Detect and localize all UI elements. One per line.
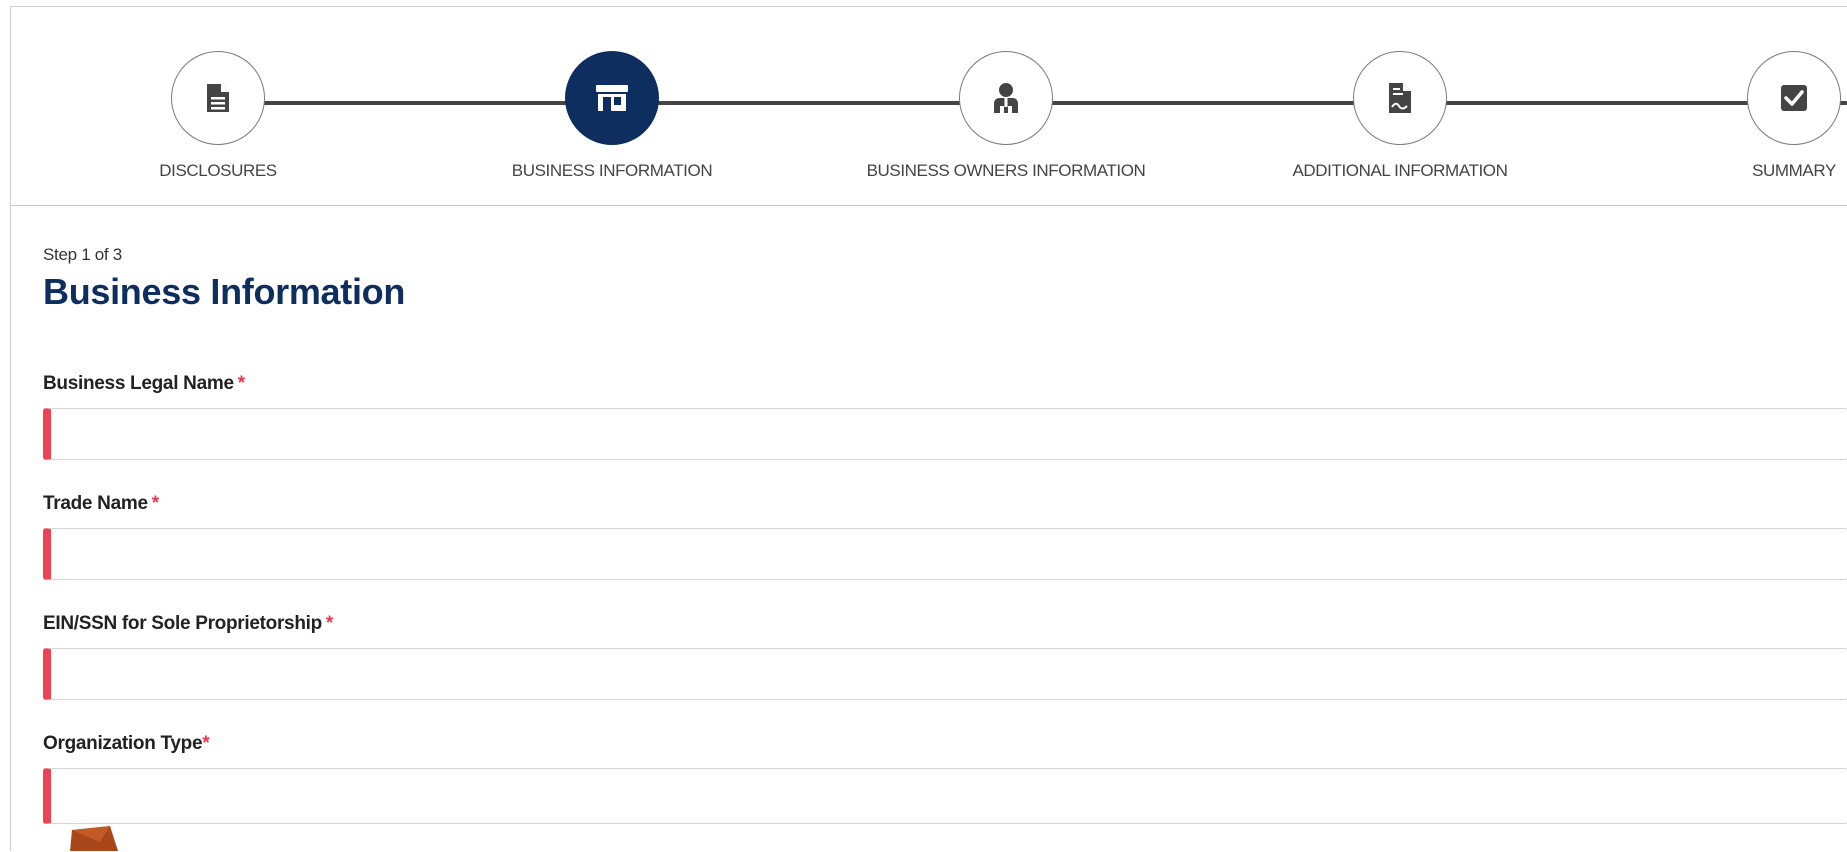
step-circle [959,51,1053,145]
step-circle [171,51,265,145]
trade-name-input[interactable] [43,528,1847,580]
document-icon [207,84,229,112]
person-icon [994,83,1018,113]
annotation-arrow-icon [70,826,118,851]
application-window: DISCLOSURES BUSINESS INFORMATION BUSINES… [10,6,1847,851]
field-label-text: Business Legal Name [43,373,234,394]
step-circle [565,51,659,145]
field-label-text: Organization Type [43,733,203,754]
required-marker: * [325,613,334,634]
business-legal-name-label: Business Legal Name * [43,373,245,395]
trade-name-label: Trade Name * [43,493,159,515]
storefront-icon [596,85,628,111]
required-marker: * [237,373,245,394]
step-circle [1353,51,1447,145]
required-marker: * [151,493,159,514]
form-fields: Business Legal Name * Trade Name * EIN/SSN… [43,7,1847,852]
signed-document-icon [1389,83,1411,113]
ein-ssn-label: EIN/SSN for Sole Proprietorship * [43,613,333,635]
business-legal-name-input[interactable] [43,408,1847,460]
ein-ssn-input[interactable] [43,648,1847,700]
checkbox-icon [1781,85,1807,111]
field-label-text: Trade Name [43,493,148,514]
organization-type-select[interactable] [43,768,1847,824]
required-marker: * [202,733,210,754]
step-circle [1747,51,1841,145]
field-label-text: EIN/SSN for Sole Proprietorship [43,613,322,634]
organization-type-label: Organization Type* [43,733,210,755]
